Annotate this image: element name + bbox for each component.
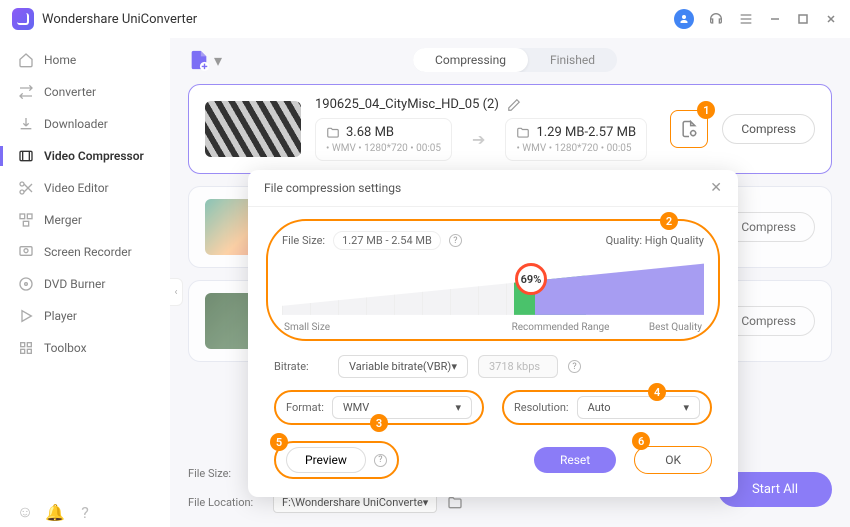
- target-size: 1.29 MB-2.57 MB: [536, 125, 636, 140]
- folder-icon: [326, 126, 340, 140]
- tab-compressing[interactable]: Compressing: [413, 48, 528, 72]
- format-select[interactable]: WMV▾: [332, 396, 472, 419]
- nav-label: Player: [44, 309, 77, 323]
- filename-row: 190625_04_CityMisc_HD_05 (2): [315, 97, 656, 112]
- filesize-value: 1.27 MB - 2.54 MB: [333, 231, 441, 250]
- titlebar: Wondershare UniConverter: [0, 0, 850, 38]
- slider-handle[interactable]: 69%: [515, 263, 547, 295]
- app-logo: [12, 8, 34, 30]
- source-meta: • WMV • 1280*720 • 00:05: [326, 143, 441, 154]
- nav-label: Toolbox: [44, 341, 87, 355]
- callout-2: 2: [660, 212, 678, 230]
- compress-button[interactable]: Compress: [722, 114, 815, 144]
- nav-dvd-burner[interactable]: DVD Burner: [0, 268, 170, 300]
- resolution-select[interactable]: Auto▾: [577, 396, 700, 419]
- info-icon[interactable]: ?: [449, 234, 462, 247]
- callout-1: 1: [697, 101, 715, 119]
- file-gear-icon: [679, 119, 699, 139]
- nav-screen-recorder[interactable]: Screen Recorder: [0, 236, 170, 268]
- filename-text: 190625_04_CityMisc_HD_05 (2): [315, 97, 499, 112]
- format-group: 3 Format: WMV▾: [274, 390, 484, 425]
- nav-merger[interactable]: Merger: [0, 204, 170, 236]
- size-slider[interactable]: 69%: [282, 256, 704, 320]
- nav-toolbox[interactable]: Toolbox: [0, 332, 170, 364]
- bitrate-input: 3718 kbps: [478, 355, 558, 378]
- feedback-icon[interactable]: ☺: [18, 505, 32, 519]
- target-size-box: 1.29 MB-2.57 MB • WMV • 1280*720 • 00:05: [505, 118, 647, 161]
- info-icon[interactable]: ?: [374, 454, 387, 467]
- dialog-title: File compression settings: [264, 181, 401, 195]
- tab-switch: Compressing Finished: [413, 48, 617, 72]
- add-dropdown-icon[interactable]: ▾: [214, 51, 222, 70]
- bitrate-label: Bitrate:: [274, 360, 328, 373]
- menu-icon[interactable]: [738, 11, 754, 27]
- nav-label: DVD Burner: [44, 277, 105, 291]
- collapse-sidebar-button[interactable]: ‹: [170, 278, 183, 306]
- nav-label: Downloader: [44, 117, 108, 131]
- source-size-box: 3.68 MB • WMV • 1280*720 • 00:05: [315, 118, 452, 161]
- minimize-button[interactable]: [768, 12, 782, 26]
- slider-max-label: Best Quality: [649, 322, 702, 333]
- help-icon[interactable]: ?: [78, 505, 92, 519]
- callout-5: 5: [270, 433, 288, 451]
- nav-player[interactable]: Player: [0, 300, 170, 332]
- callout-3: 3: [370, 414, 388, 432]
- nav-label: Video Compressor: [44, 149, 144, 163]
- nav-home[interactable]: Home: [0, 44, 170, 76]
- filesize-label: File Size:: [282, 234, 325, 247]
- reset-button[interactable]: Reset: [534, 447, 616, 473]
- maximize-button[interactable]: [796, 12, 810, 26]
- slider-rec-label: Recommended Range: [512, 322, 610, 333]
- resolution-group: 4 Resolution: Auto▾: [502, 390, 712, 425]
- sidebar: Home Converter Downloader Video Compress…: [0, 38, 170, 527]
- quality-label: Quality: High Quality: [606, 234, 704, 247]
- format-label: Format:: [286, 401, 324, 414]
- target-meta: • WMV • 1280*720 • 00:05: [516, 143, 636, 154]
- dialog-close-button[interactable]: ✕: [710, 180, 722, 196]
- nav-video-compressor[interactable]: Video Compressor: [0, 140, 170, 172]
- preview-group: 5 Preview ?: [274, 441, 399, 479]
- bitrate-row: Bitrate: Variable bitrate(VBR)▾ 3718 kbp…: [248, 349, 738, 384]
- nav-label: Home: [44, 53, 76, 67]
- nav-label: Screen Recorder: [44, 245, 132, 259]
- preview-button[interactable]: Preview: [286, 447, 366, 473]
- tab-finished[interactable]: Finished: [528, 48, 617, 72]
- filesize-slider-group: 2 File Size: 1.27 MB - 2.54 MB ? Quality…: [266, 219, 720, 341]
- nav-downloader[interactable]: Downloader: [0, 108, 170, 140]
- support-icon[interactable]: [708, 11, 724, 27]
- statusbar: ☺ 🔔 ?: [18, 505, 92, 519]
- info-icon[interactable]: ?: [568, 360, 581, 373]
- app-title: Wondershare UniConverter: [42, 12, 197, 27]
- bitrate-select[interactable]: Variable bitrate(VBR)▾: [338, 355, 468, 378]
- footer-location-label: File Location:: [188, 496, 263, 509]
- nav-label: Merger: [44, 213, 82, 227]
- arrow-icon: ➔: [472, 130, 485, 149]
- nav-label: Video Editor: [44, 181, 109, 195]
- ok-button[interactable]: OK: [634, 446, 712, 474]
- settings-button[interactable]: 1: [670, 110, 708, 148]
- add-file-button[interactable]: [188, 49, 210, 71]
- rename-icon[interactable]: [507, 98, 521, 112]
- close-button[interactable]: [824, 12, 838, 26]
- video-thumbnail: [205, 101, 301, 157]
- nav-converter[interactable]: Converter: [0, 76, 170, 108]
- slider-min-label: Small Size: [284, 322, 330, 333]
- nav-video-editor[interactable]: Video Editor: [0, 172, 170, 204]
- file-card: 190625_04_CityMisc_HD_05 (2) 3.68 MB • W…: [188, 84, 832, 174]
- source-size: 3.68 MB: [346, 125, 394, 140]
- folder-icon: [516, 126, 530, 140]
- account-avatar[interactable]: [674, 9, 694, 29]
- notification-icon[interactable]: 🔔: [48, 505, 62, 519]
- compression-settings-dialog: File compression settings ✕ 2 File Size:…: [248, 170, 738, 497]
- resolution-label: Resolution:: [514, 401, 569, 414]
- nav-label: Converter: [44, 85, 96, 99]
